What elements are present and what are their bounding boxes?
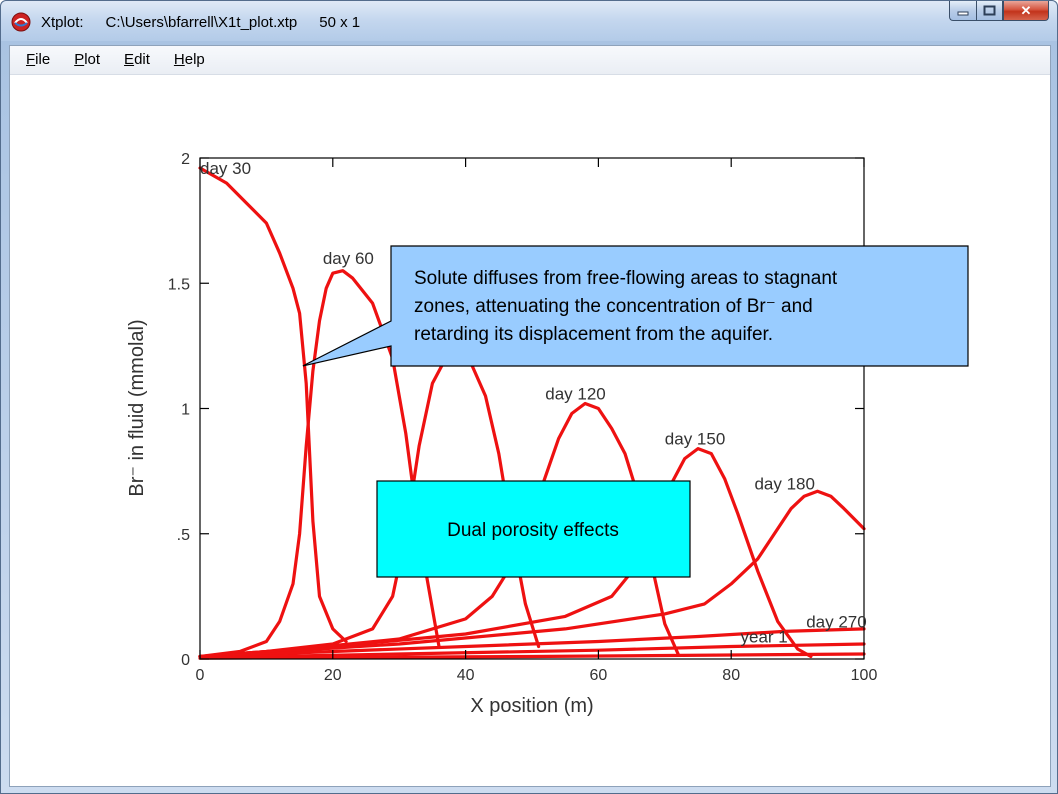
app-window: Xtplot: C:\Users\bfarrell\X1t_plot.xtp 50 …: [0, 0, 1058, 794]
series-label: day 180: [754, 475, 815, 494]
series-line-0: [198, 166, 348, 644]
y-axis-label: Br⁻ in fluid (mmolal): [126, 319, 148, 496]
concentration-chart: 0 20 40 60 80 100 0 .5 1 1.5 2 day 30 day 60 day 120…: [126, 151, 969, 717]
series-lines: [198, 166, 866, 660]
series-label: day 270: [806, 612, 867, 631]
x-tick-label: 60: [590, 667, 608, 684]
y-tick-label: 1.5: [168, 276, 190, 293]
series-label: day 60: [323, 249, 374, 268]
series-label: day 120: [545, 384, 606, 403]
callout-line: Solute diffuses from free-flowing areas …: [414, 268, 838, 289]
x-tick-label: 20: [324, 667, 342, 684]
callout-line: retarding its displacement from the aqui…: [414, 324, 773, 345]
y-tick-label: .5: [177, 527, 190, 544]
y-tick-label: 0: [181, 652, 190, 669]
y-tick-label: 2: [181, 151, 190, 168]
series-label: day 150: [665, 430, 726, 449]
x-tick-label: 100: [851, 667, 878, 684]
dual-porosity-text: Dual porosity effects: [447, 520, 619, 541]
x-tick-label: 0: [196, 667, 205, 684]
x-tick-label: 40: [457, 667, 475, 684]
callout-line: zones, attenuating the concentration of …: [414, 296, 813, 317]
x-tick-label: 80: [722, 667, 740, 684]
x-axis-label: X position (m): [470, 695, 593, 717]
dual-porosity-annotation: Dual porosity effects: [376, 480, 691, 578]
series-label: day 30: [200, 159, 251, 178]
callout-annotation: Solute diffuses from free-flowing areas …: [302, 245, 969, 367]
y-tick-label: 1: [181, 402, 190, 419]
series-label: year 1: [740, 627, 787, 646]
